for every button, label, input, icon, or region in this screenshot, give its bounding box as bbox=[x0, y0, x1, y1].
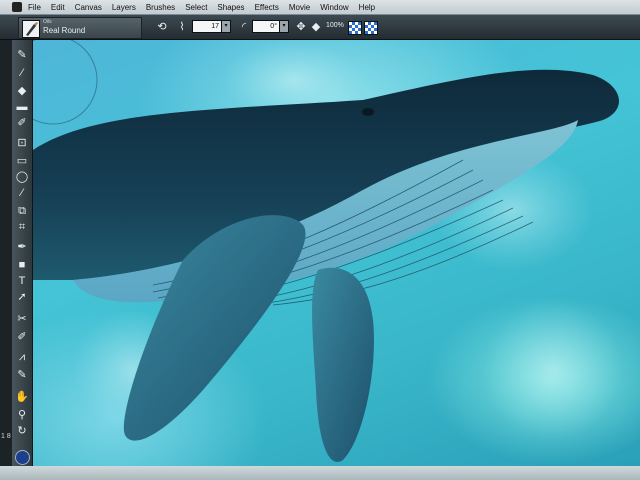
size-slider-button[interactable]: ▾ bbox=[221, 20, 231, 33]
grabber-icon[interactable]: ✋ bbox=[14, 390, 30, 404]
dodge-icon[interactable]: ✐ bbox=[14, 330, 30, 344]
menu-bar: File Edit Canvas Layers Brushes Select S… bbox=[0, 0, 640, 15]
toolbox: ✎ ⁄ ◆ ▬ ✐ ⊡ ▭ ◯ ⁄ ⧉ ⌗ ✒ ■ T ➚ ✂ ✐ ⩘ ✎ ✋ … bbox=[12, 40, 33, 466]
crop-icon[interactable]: ⊡ bbox=[14, 136, 30, 150]
scissors-icon[interactable]: ✂ bbox=[14, 312, 30, 326]
angle-slider-button[interactable]: ▾ bbox=[279, 20, 289, 33]
pectoral-fin-right bbox=[312, 267, 374, 462]
menu-layers[interactable]: Layers bbox=[112, 3, 136, 12]
checker-toggle-icon-2[interactable] bbox=[364, 21, 378, 35]
lasso-icon[interactable]: ◯ bbox=[14, 170, 30, 184]
side-mark: 1 8 bbox=[1, 433, 11, 440]
blender-icon[interactable]: ✐ bbox=[14, 116, 30, 130]
brush-variant-label: Real Round bbox=[43, 26, 86, 35]
whale-eye bbox=[362, 108, 374, 116]
size-field[interactable]: 17 bbox=[192, 20, 222, 33]
whale-artwork bbox=[33, 40, 623, 462]
mirror-icon[interactable]: ⩘ bbox=[14, 350, 30, 364]
screen-bezel: 1 8 bbox=[0, 15, 12, 466]
eraser-icon[interactable]: ▬ bbox=[14, 100, 30, 114]
menu-canvas[interactable]: Canvas bbox=[75, 3, 102, 12]
menu-help[interactable]: Help bbox=[359, 3, 375, 12]
magic-wand-icon[interactable]: ⁄ bbox=[14, 186, 30, 200]
angle-field[interactable]: 0° bbox=[252, 20, 280, 33]
expand-icon[interactable]: ✥ bbox=[294, 20, 308, 34]
drawing-canvas[interactable] bbox=[33, 40, 640, 466]
checker-toggle-icon[interactable] bbox=[348, 21, 362, 35]
menu-window[interactable]: Window bbox=[320, 3, 348, 12]
rectangle-select-icon[interactable]: ▭ bbox=[14, 154, 30, 168]
clone-icon[interactable]: ✎ bbox=[14, 368, 30, 382]
brush-selector[interactable]: Oils Real Round bbox=[18, 17, 142, 39]
text-icon[interactable]: T bbox=[14, 274, 30, 288]
brush-variant-icon bbox=[22, 20, 40, 38]
main-color-well[interactable] bbox=[15, 450, 30, 465]
reset-tool-icon[interactable]: ⟲ bbox=[155, 20, 169, 34]
light-blob bbox=[483, 300, 623, 440]
crop-tool-icon[interactable]: ⌗ bbox=[14, 220, 30, 234]
menu-shapes[interactable]: Shapes bbox=[217, 3, 244, 12]
paint-bucket-icon[interactable]: ◆ bbox=[14, 84, 30, 98]
brush-size-icon: ⌇ bbox=[179, 21, 185, 33]
magnifier-icon[interactable]: ⚲ bbox=[14, 408, 30, 422]
rotate-icon[interactable]: ↻ bbox=[14, 424, 30, 438]
property-bar: Oils Real Round ⟲ ⌇ 17 ▾ ◜ 0° ▾ ✥ ◆ 100% bbox=[0, 15, 640, 40]
menu-edit[interactable]: Edit bbox=[51, 3, 65, 12]
menu-brushes[interactable]: Brushes bbox=[146, 3, 175, 12]
apple-icon[interactable] bbox=[12, 2, 22, 12]
shape-select-icon[interactable]: ➚ bbox=[14, 290, 30, 304]
rectangle-shape-icon[interactable]: ■ bbox=[14, 258, 30, 272]
brush-category-label: Oils bbox=[43, 19, 52, 25]
menu-select[interactable]: Select bbox=[185, 3, 207, 12]
menu-movie[interactable]: Movie bbox=[289, 3, 310, 12]
menu-file[interactable]: File bbox=[28, 3, 41, 12]
zoom-label[interactable]: 100% bbox=[326, 22, 344, 29]
angle-icon: ◜ bbox=[241, 21, 247, 33]
dropper-icon[interactable]: ⁄ bbox=[14, 66, 30, 80]
diamond-icon[interactable]: ◆ bbox=[309, 20, 323, 34]
screen-bottom-edge bbox=[0, 466, 640, 480]
brush-icon[interactable]: ✎ bbox=[14, 48, 30, 62]
pen-icon[interactable]: ✒ bbox=[14, 240, 30, 254]
transform-icon[interactable]: ⧉ bbox=[14, 204, 30, 218]
menu-effects[interactable]: Effects bbox=[255, 3, 279, 12]
